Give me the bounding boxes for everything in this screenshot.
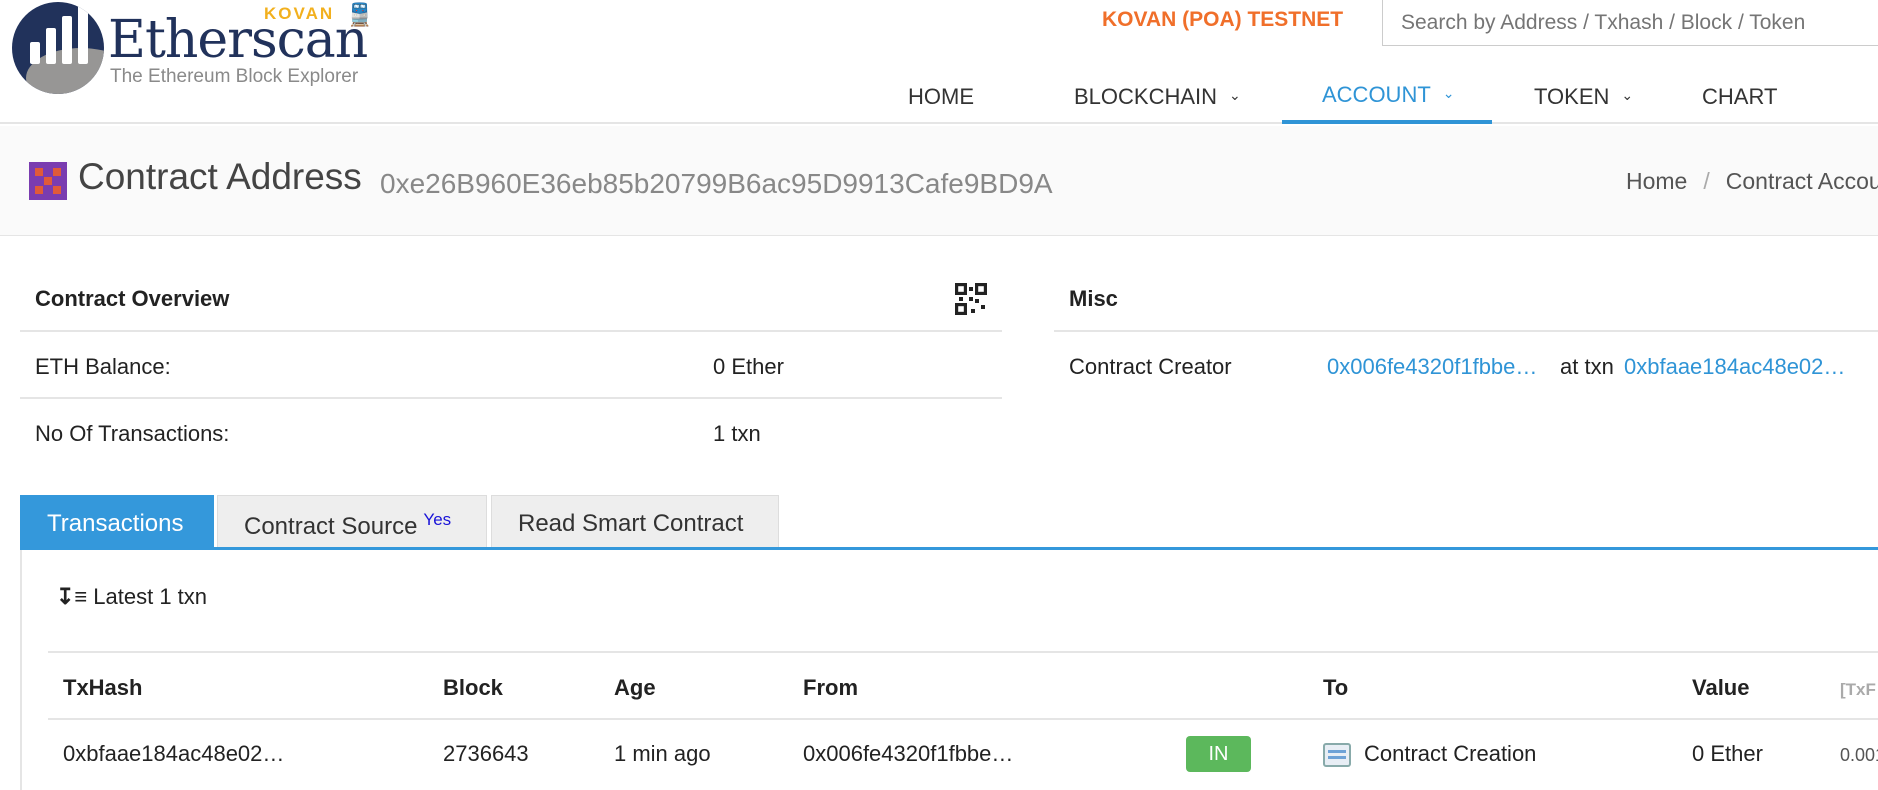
nav-blockchain-label: BLOCKCHAIN <box>1074 84 1218 109</box>
nav-home-label: HOME <box>908 84 974 109</box>
column-block: Block <box>443 675 503 700</box>
divider <box>20 330 1002 332</box>
txhash-link[interactable]: 0xbfaae184ac48e02… <box>63 741 284 767</box>
column-from: From <box>803 675 858 700</box>
logo-mark-icon <box>12 2 104 94</box>
tab-contract-source[interactable]: Contract Source Yes <box>217 495 487 549</box>
overview-heading: Contract Overview <box>35 286 230 311</box>
tab-contract-source-label: Contract Source <box>244 513 418 540</box>
chevron-down-icon: ⌄ <box>1229 86 1241 103</box>
nav-token-label: TOKEN <box>1534 84 1610 109</box>
chevron-down-icon: ⌄ <box>1621 86 1634 103</box>
tab-read-contract[interactable]: Read Smart Contract <box>491 495 779 549</box>
logo-tagline: The Ethereum Block Explorer <box>110 66 359 87</box>
divider <box>20 397 1002 399</box>
site-header: Etherscan The Ethereum Block Explorer KO… <box>0 0 1878 124</box>
search-input[interactable] <box>1382 0 1878 46</box>
txn-count-label: No Of Transactions: <box>35 421 230 446</box>
tab-transactions-label: Transactions <box>47 510 184 537</box>
page-title-bar: Contract Address 0xe26B960E36eb85b20799B… <box>0 126 1878 236</box>
divider <box>1054 330 1878 332</box>
column-to: To <box>1323 675 1349 700</box>
address-identicon-icon <box>29 162 67 200</box>
nav-home[interactable]: HOME <box>908 70 974 124</box>
logo-network-tag: KOVAN <box>264 4 335 23</box>
nav-blockchain[interactable]: BLOCKCHAIN ⌄ <box>1074 70 1241 124</box>
chevron-down-icon: ⌄ <box>1442 84 1455 101</box>
sort-icon: ↧≡ <box>56 584 88 609</box>
creator-txn-link[interactable]: 0xbfaae184ac48e02… <box>1624 354 1845 380</box>
etherscan-logo[interactable]: Etherscan The Ethereum Block Explorer KO… <box>10 2 374 98</box>
txn-value: 0 Ether <box>1692 741 1763 766</box>
table-header-border <box>48 718 1878 720</box>
tab-read-contract-label: Read Smart Contract <box>518 510 744 537</box>
breadcrumb-separator: / <box>1703 168 1710 194</box>
table-top-border <box>48 651 1878 653</box>
contract-address: 0xe26B960E36eb85b20799B6ac95D9913Cafe9BD… <box>380 168 1053 199</box>
column-txhash: TxHash <box>63 675 143 700</box>
column-value: Value <box>1692 675 1750 700</box>
block-link[interactable]: 2736643 <box>443 741 529 767</box>
contract-creator-label: Contract Creator <box>1069 354 1232 379</box>
verified-badge: Yes <box>423 510 452 529</box>
breadcrumb: Home / Contract Accou <box>1626 168 1878 195</box>
qr-code-icon[interactable] <box>955 283 987 315</box>
txn-fee: 0.001 <box>1840 745 1878 765</box>
direction-badge: IN <box>1186 736 1251 772</box>
train-icon: 🚆 <box>346 2 374 27</box>
txn-count-value: 1 txn <box>713 421 761 446</box>
network-label: KOVAN (POA) TESTNET <box>1102 8 1344 31</box>
eth-balance-label: ETH Balance: <box>35 354 171 379</box>
breadcrumb-current: Contract Accou <box>1725 168 1878 194</box>
txn-age: 1 min ago <box>614 741 711 766</box>
tab-transactions[interactable]: Transactions <box>20 495 214 549</box>
contract-creation-icon <box>1323 743 1351 767</box>
txn-summary: ↧≡ Latest 1 txn <box>56 584 207 610</box>
to-contract-creation: Contract Creation <box>1364 741 1537 766</box>
column-age: Age <box>614 675 656 700</box>
breadcrumb-home-link[interactable]: Home <box>1626 168 1687 194</box>
eth-balance-value: 0 Ether <box>713 354 784 379</box>
column-txfee: [TxF <box>1840 680 1876 699</box>
nav-chart-label: CHART <box>1702 84 1778 109</box>
nav-chart[interactable]: CHART <box>1702 70 1777 124</box>
txn-summary-text: Latest 1 txn <box>93 584 208 609</box>
nav-token[interactable]: TOKEN ⌄ <box>1534 70 1633 124</box>
from-address-link[interactable]: 0x006fe4320f1fbbe… <box>803 741 1013 767</box>
creator-address-link[interactable]: 0x006fe4320f1fbbe… <box>1327 354 1537 380</box>
at-txn-label: at txn <box>1560 354 1614 379</box>
nav-account[interactable]: ACCOUNT ⌄ <box>1282 70 1492 124</box>
page-title: Contract Address <box>78 156 362 197</box>
misc-heading: Misc <box>1069 286 1118 311</box>
nav-account-label: ACCOUNT <box>1322 82 1431 107</box>
